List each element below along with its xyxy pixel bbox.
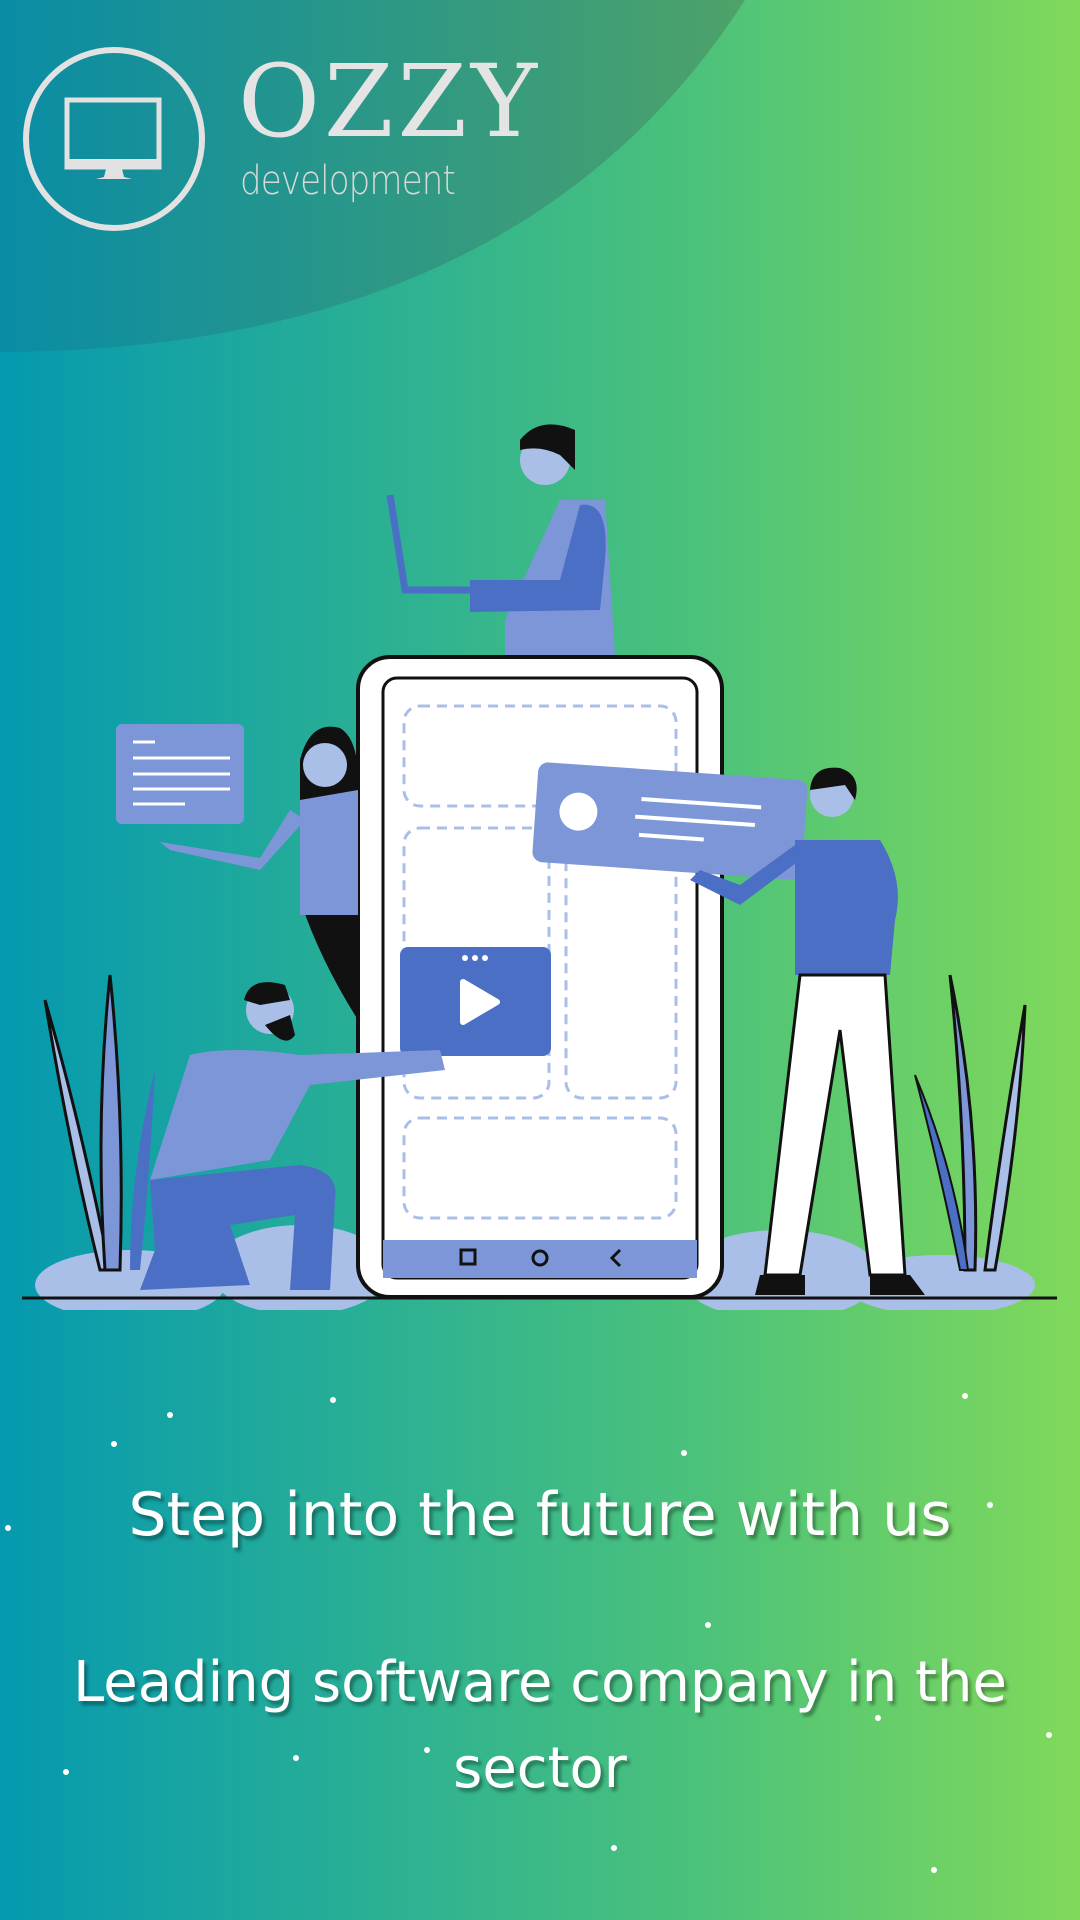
text-card <box>116 724 244 824</box>
profile-card <box>532 762 808 880</box>
team-building-app-illustration <box>22 424 1057 1310</box>
hero-subheadline: Leading software company in the sector <box>73 1650 1007 1801</box>
plant-right <box>914 974 1027 1272</box>
hero-headline: Step into the future with us <box>128 1480 952 1550</box>
video-card <box>400 947 551 1056</box>
plant-left <box>43 974 155 1272</box>
logo-emblem <box>22 47 207 232</box>
monitor-icon <box>23 47 205 231</box>
brand-tagline: development <box>240 158 456 204</box>
brand-name: OZZY <box>238 43 541 160</box>
person-with-laptop <box>386 424 615 655</box>
